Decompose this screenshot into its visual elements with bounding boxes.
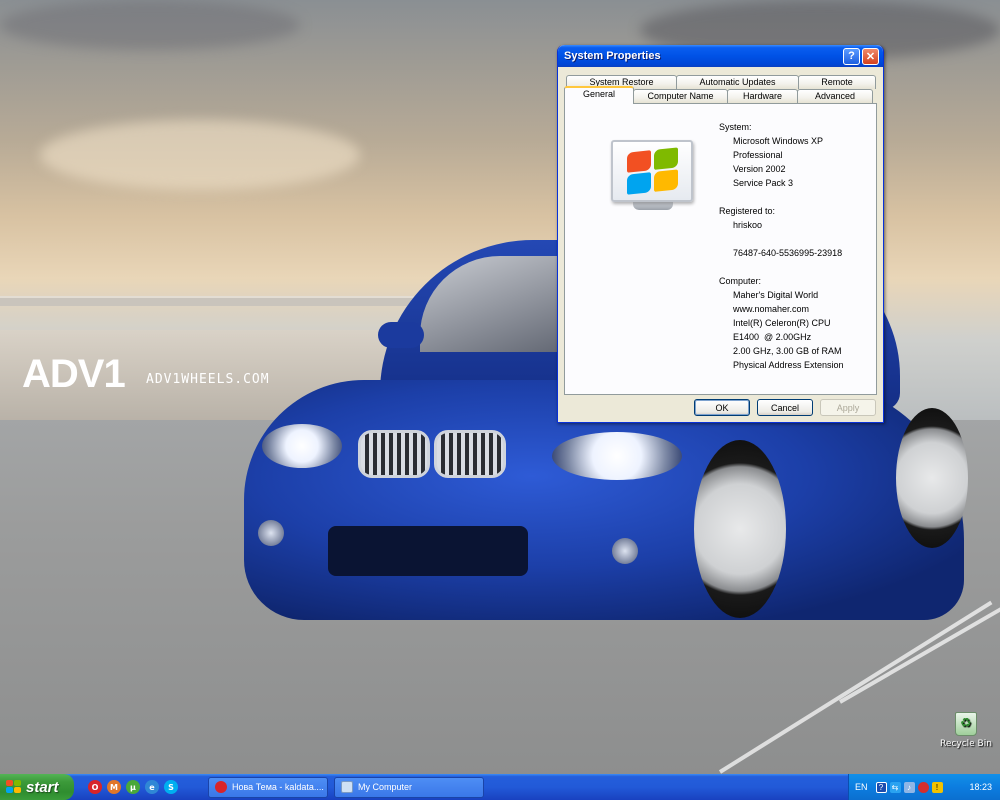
tab-automatic-updates[interactable]: Automatic Updates [676, 75, 799, 89]
task-label: Нова Тема - kaldata.... [232, 782, 324, 792]
help-icon[interactable]: ? [875, 781, 887, 793]
tab-general[interactable]: General [564, 86, 634, 104]
car-foglight [258, 520, 284, 546]
tab-remote[interactable]: Remote [798, 75, 876, 89]
my-computer-icon [341, 781, 353, 793]
language-indicator[interactable]: EN [855, 782, 868, 792]
computer-name: Maher's Digital World [733, 290, 819, 300]
window-title: System Properties [564, 50, 661, 62]
tab-computer-name[interactable]: Computer Name [633, 89, 728, 103]
guardrail [0, 296, 460, 306]
wallpaper-url: ADV1WHEELS.COM [146, 372, 270, 387]
desktop-icon-label: Recycle Bin [940, 739, 992, 749]
os-edition: Professional [733, 150, 783, 160]
ok-button[interactable]: OK [694, 399, 750, 416]
opera-icon [215, 781, 227, 793]
registered-user: hriskoo [733, 220, 763, 230]
skype-icon[interactable]: S [164, 780, 178, 794]
help-button[interactable]: ? [843, 47, 860, 65]
general-tab-panel: System: Microsoft Windows XP Professiona… [564, 103, 877, 395]
windows-flag-icon [6, 780, 22, 794]
car-grille [358, 430, 430, 478]
desktop-icon-recycle-bin[interactable]: Recycle Bin [940, 712, 992, 749]
computer-site: www.nomaher.com [733, 304, 810, 314]
messenger-icon[interactable]: M [107, 780, 121, 794]
taskbar: start O M µ e S Нова Тема - kaldata.... … [0, 774, 1000, 800]
tab-row-front: General Computer Name Hardware Advanced [564, 86, 873, 104]
cpu-name: Intel(R) Celeron(R) CPU [733, 318, 831, 328]
close-button[interactable]: ✕ [862, 47, 879, 65]
cpu-model: E1400 @ 2.00GHz [733, 332, 812, 342]
system-tray: EN ? ⇆ ♪ ! 18:23 [848, 774, 1000, 800]
car-grille [434, 430, 506, 478]
car-headlight [552, 432, 682, 480]
dialog-buttons: OK Cancel Apply [687, 399, 876, 416]
wallpaper-logo: ADV1 [22, 352, 126, 396]
start-label: start [26, 778, 59, 796]
start-button[interactable]: start [0, 774, 74, 800]
product-id: 76487-640-5536995-23918 [733, 248, 843, 258]
car-headlight [262, 424, 342, 468]
car-foglight [612, 538, 638, 564]
taskbar-button-opera[interactable]: Нова Тема - kaldata.... [208, 776, 328, 798]
car-mirror [378, 322, 424, 348]
os-name: Microsoft Windows XP [733, 136, 824, 146]
cloud [0, 0, 300, 50]
cloud [40, 120, 360, 190]
opera-icon[interactable]: O [88, 780, 102, 794]
service-pack: Service Pack 3 [733, 178, 794, 188]
task-label: My Computer [358, 782, 413, 792]
system-properties-window: System Properties ? ✕ System Restore Aut… [557, 45, 884, 423]
pae: Physical Address Extension [733, 360, 844, 370]
system-info: System: Microsoft Windows XP Professiona… [719, 120, 869, 372]
cancel-button[interactable]: Cancel [757, 399, 813, 416]
speed-ram: 2.00 GHz, 3.00 GB of RAM [733, 346, 842, 356]
tab-advanced[interactable]: Advanced [797, 89, 873, 103]
tab-hardware[interactable]: Hardware [727, 89, 798, 103]
clock[interactable]: 18:23 [969, 782, 992, 792]
volume-icon[interactable]: ♪ [903, 781, 915, 793]
title-bar[interactable]: System Properties ? ✕ [558, 45, 883, 67]
antivirus-icon[interactable] [917, 781, 929, 793]
utorrent-icon[interactable]: µ [126, 780, 140, 794]
registered-heading: Registered to: [719, 206, 776, 216]
computer-heading: Computer: [719, 276, 762, 286]
recycle-bin-icon [955, 712, 977, 736]
system-heading: System: [719, 122, 752, 132]
network-icon[interactable]: ⇆ [889, 781, 901, 793]
apply-button[interactable]: Apply [820, 399, 876, 416]
car-air-intake [328, 526, 528, 576]
security-alert-icon[interactable]: ! [931, 781, 943, 793]
windows-logo-icon [611, 140, 695, 212]
quick-launch: O M µ e S [88, 780, 178, 794]
os-version: Version 2002 [733, 164, 786, 174]
car-wheel [694, 440, 786, 618]
car-wheel [896, 408, 968, 548]
browser-icon[interactable]: e [145, 780, 159, 794]
taskbar-button-my-computer[interactable]: My Computer [334, 776, 484, 798]
